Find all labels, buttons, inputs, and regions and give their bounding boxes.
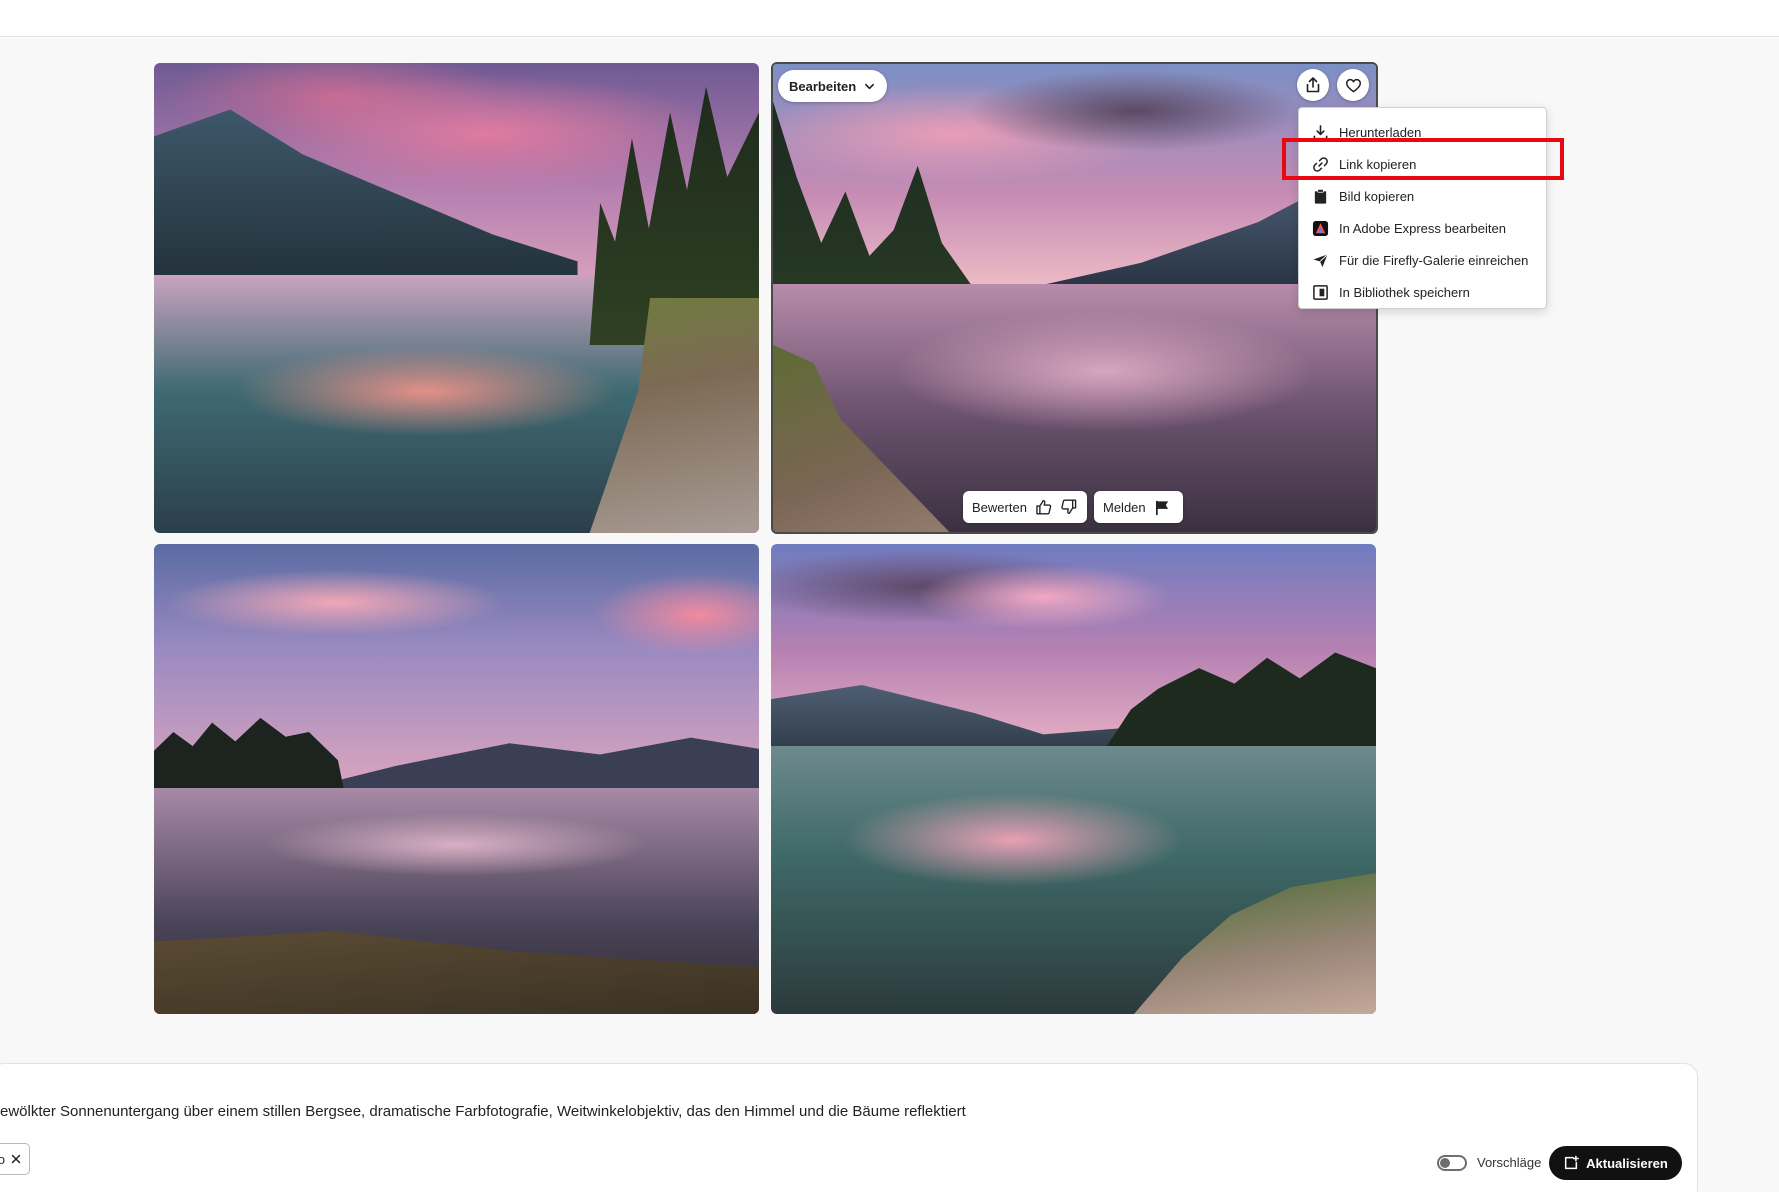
- generated-image-1[interactable]: [154, 63, 759, 533]
- share-button[interactable]: [1297, 69, 1329, 101]
- menu-item-label: Bild kopieren: [1339, 188, 1415, 204]
- rate-label: Bewerten: [972, 499, 1027, 515]
- tag-label: o: [0, 1151, 5, 1167]
- clipboard-icon: [1312, 188, 1329, 205]
- adobe-express-icon: [1312, 220, 1329, 237]
- report-button[interactable]: Melden: [1094, 491, 1183, 523]
- chevron-down-icon: [865, 83, 875, 89]
- menu-item-save-library[interactable]: In Bibliothek speichern: [1299, 276, 1546, 308]
- rate-chip: Bewerten: [963, 491, 1087, 523]
- update-label: Aktualisieren: [1586, 1155, 1668, 1171]
- generated-image-2[interactable]: [771, 62, 1378, 534]
- refresh-generate-icon: [1565, 1155, 1580, 1170]
- generated-image-4[interactable]: [771, 544, 1376, 1014]
- menu-item-adobe-express[interactable]: In Adobe Express bearbeiten: [1299, 212, 1546, 244]
- menu-item-submit-gallery[interactable]: Für die Firefly-Galerie einreichen: [1299, 244, 1546, 276]
- style-tag-chip[interactable]: o: [0, 1143, 30, 1175]
- edit-dropdown-button[interactable]: Bearbeiten: [778, 70, 888, 102]
- top-bar: [0, 0, 1779, 37]
- edit-label: Bearbeiten: [789, 78, 857, 94]
- prompt-panel: [0, 1063, 1698, 1192]
- thumbs-down-icon[interactable]: [1060, 498, 1078, 516]
- heart-icon: [1345, 78, 1361, 92]
- menu-item-label: Für die Firefly-Galerie einreichen: [1339, 252, 1529, 268]
- send-icon: [1312, 252, 1329, 269]
- favorite-button[interactable]: [1337, 69, 1369, 101]
- flag-icon: [1155, 500, 1168, 515]
- report-label: Melden: [1103, 499, 1146, 515]
- menu-item-copy-image[interactable]: Bild kopieren: [1299, 180, 1546, 212]
- menu-item-label: In Adobe Express bearbeiten: [1339, 220, 1506, 236]
- suggestions-label: Vorschläge: [1477, 1155, 1542, 1170]
- close-icon[interactable]: [11, 1154, 21, 1164]
- library-icon: [1312, 284, 1329, 301]
- thumbs-up-icon[interactable]: [1035, 498, 1053, 516]
- update-button[interactable]: Aktualisieren: [1549, 1146, 1682, 1180]
- share-icon: [1306, 77, 1320, 93]
- menu-item-label: In Bibliothek speichern: [1339, 284, 1470, 300]
- highlight-box: [1282, 138, 1564, 180]
- suggestions-toggle[interactable]: [1437, 1155, 1467, 1171]
- prompt-input[interactable]: ewölkter Sonnenuntergang über einem stil…: [0, 1103, 966, 1120]
- generated-image-3[interactable]: [154, 544, 759, 1014]
